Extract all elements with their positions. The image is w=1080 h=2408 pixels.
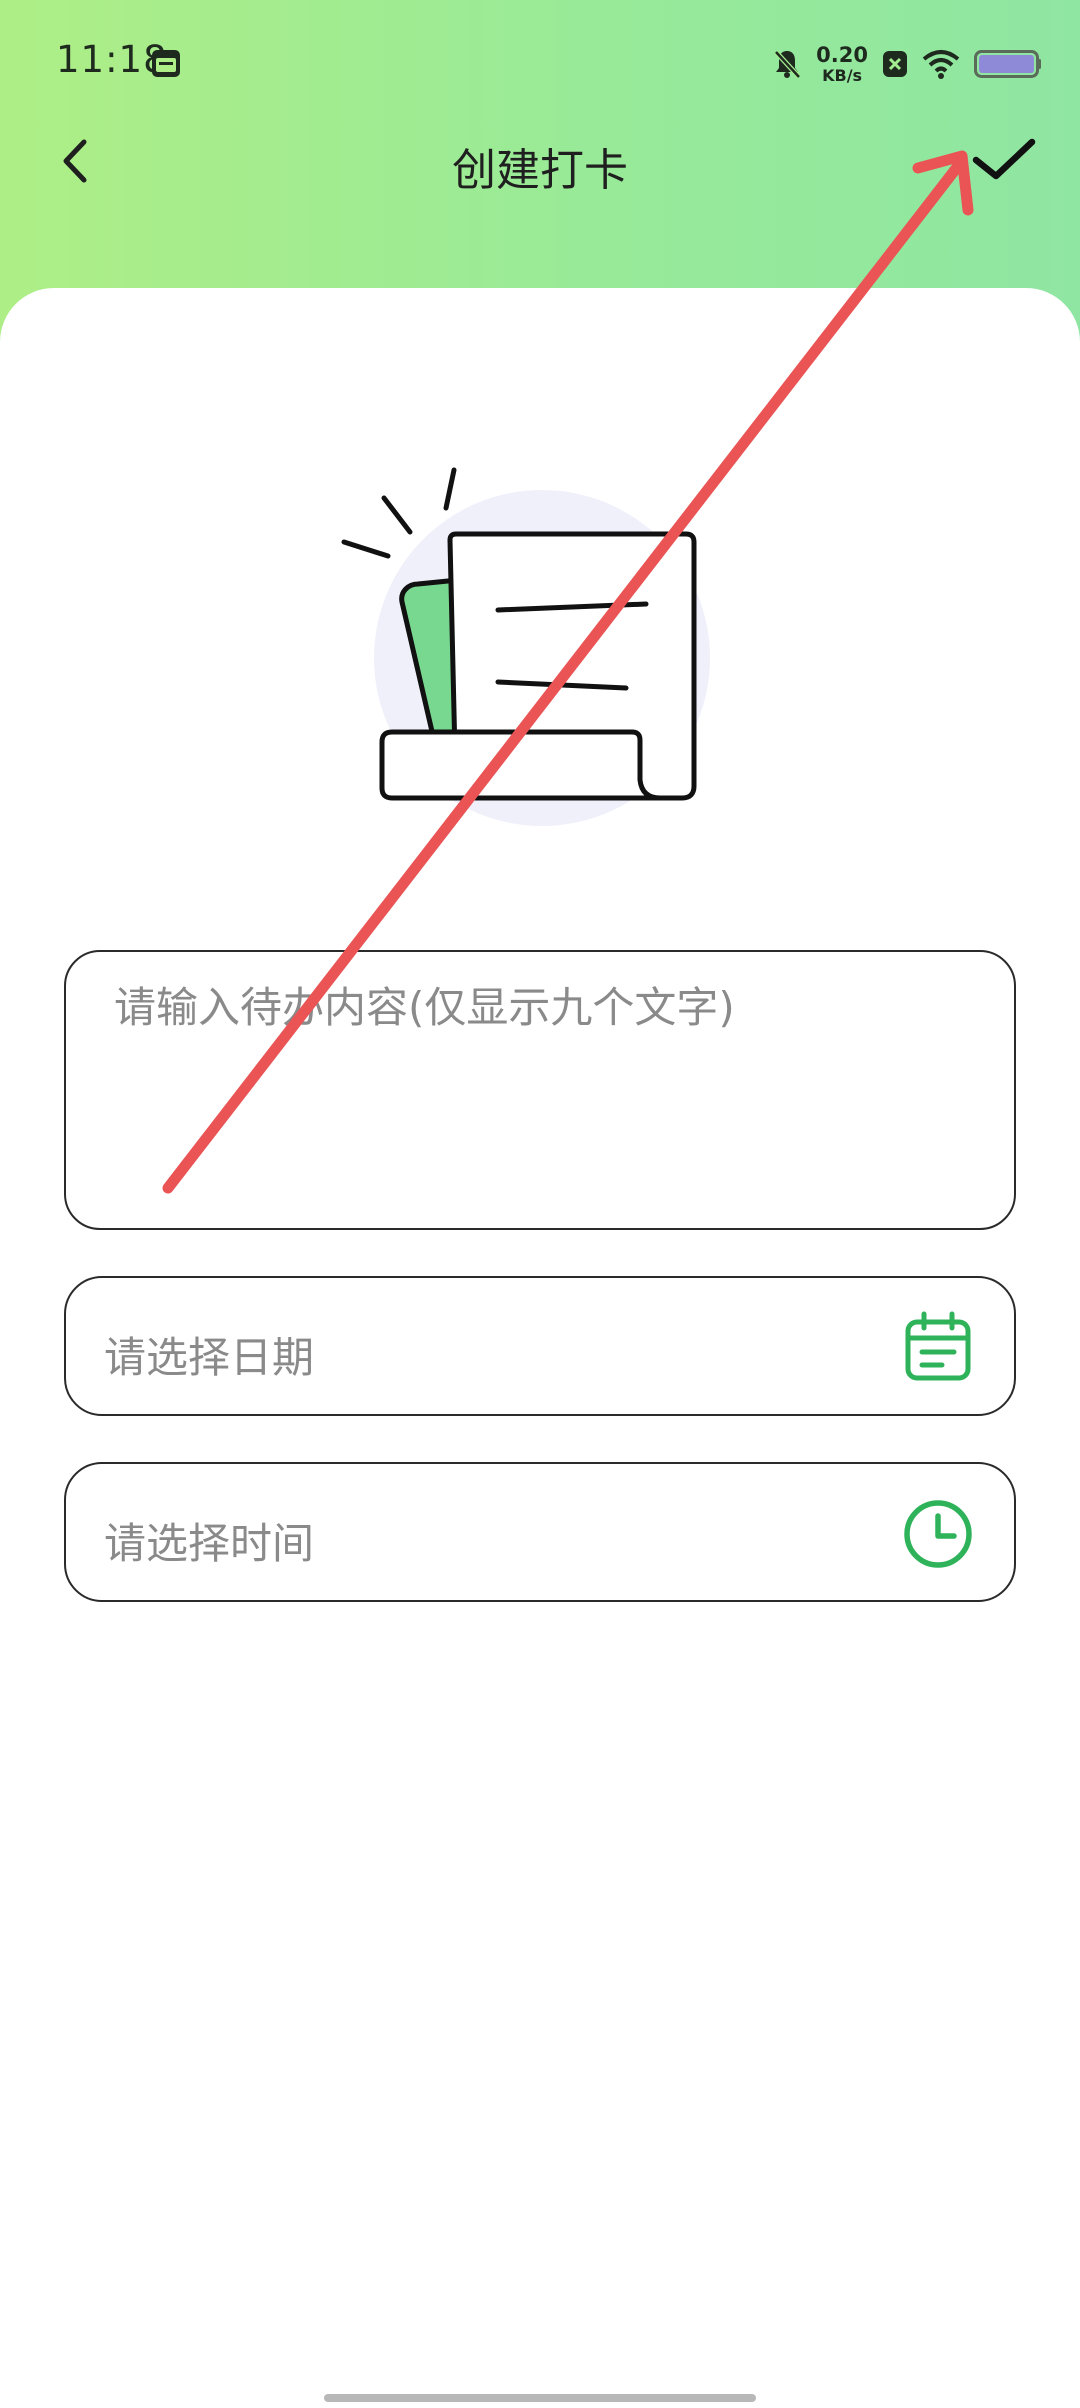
status-icons: 0.20 KB/s bbox=[772, 40, 1042, 88]
wifi-icon bbox=[922, 50, 960, 79]
calendar-app-icon bbox=[152, 50, 180, 77]
home-indicator bbox=[324, 2394, 756, 2402]
network-speed: 0.20 KB/s bbox=[816, 42, 868, 85]
date-field-label: 请选择日期 bbox=[104, 1333, 315, 1382]
todo-content-input[interactable] bbox=[114, 974, 974, 1194]
time-field-label: 请选择时间 bbox=[104, 1519, 315, 1568]
close-box-icon bbox=[883, 51, 907, 77]
bell-off-icon bbox=[774, 50, 802, 79]
todo-content-box[interactable] bbox=[64, 950, 1016, 1230]
date-picker-field[interactable]: 请选择日期 bbox=[64, 1276, 1016, 1416]
calendar-icon bbox=[905, 1311, 971, 1381]
document-illustration bbox=[341, 467, 710, 826]
page-title: 创建打卡 bbox=[452, 145, 628, 196]
network-speed-value: 0.20 bbox=[816, 42, 868, 67]
battery-icon bbox=[974, 50, 1041, 78]
time-picker-field[interactable]: 请选择时间 bbox=[64, 1462, 1016, 1602]
clock-icon bbox=[904, 1500, 972, 1568]
confirm-check-button[interactable] bbox=[960, 118, 1050, 208]
navigation-bar: 创建打卡 bbox=[0, 110, 1080, 220]
network-speed-unit: KB/s bbox=[822, 65, 863, 85]
